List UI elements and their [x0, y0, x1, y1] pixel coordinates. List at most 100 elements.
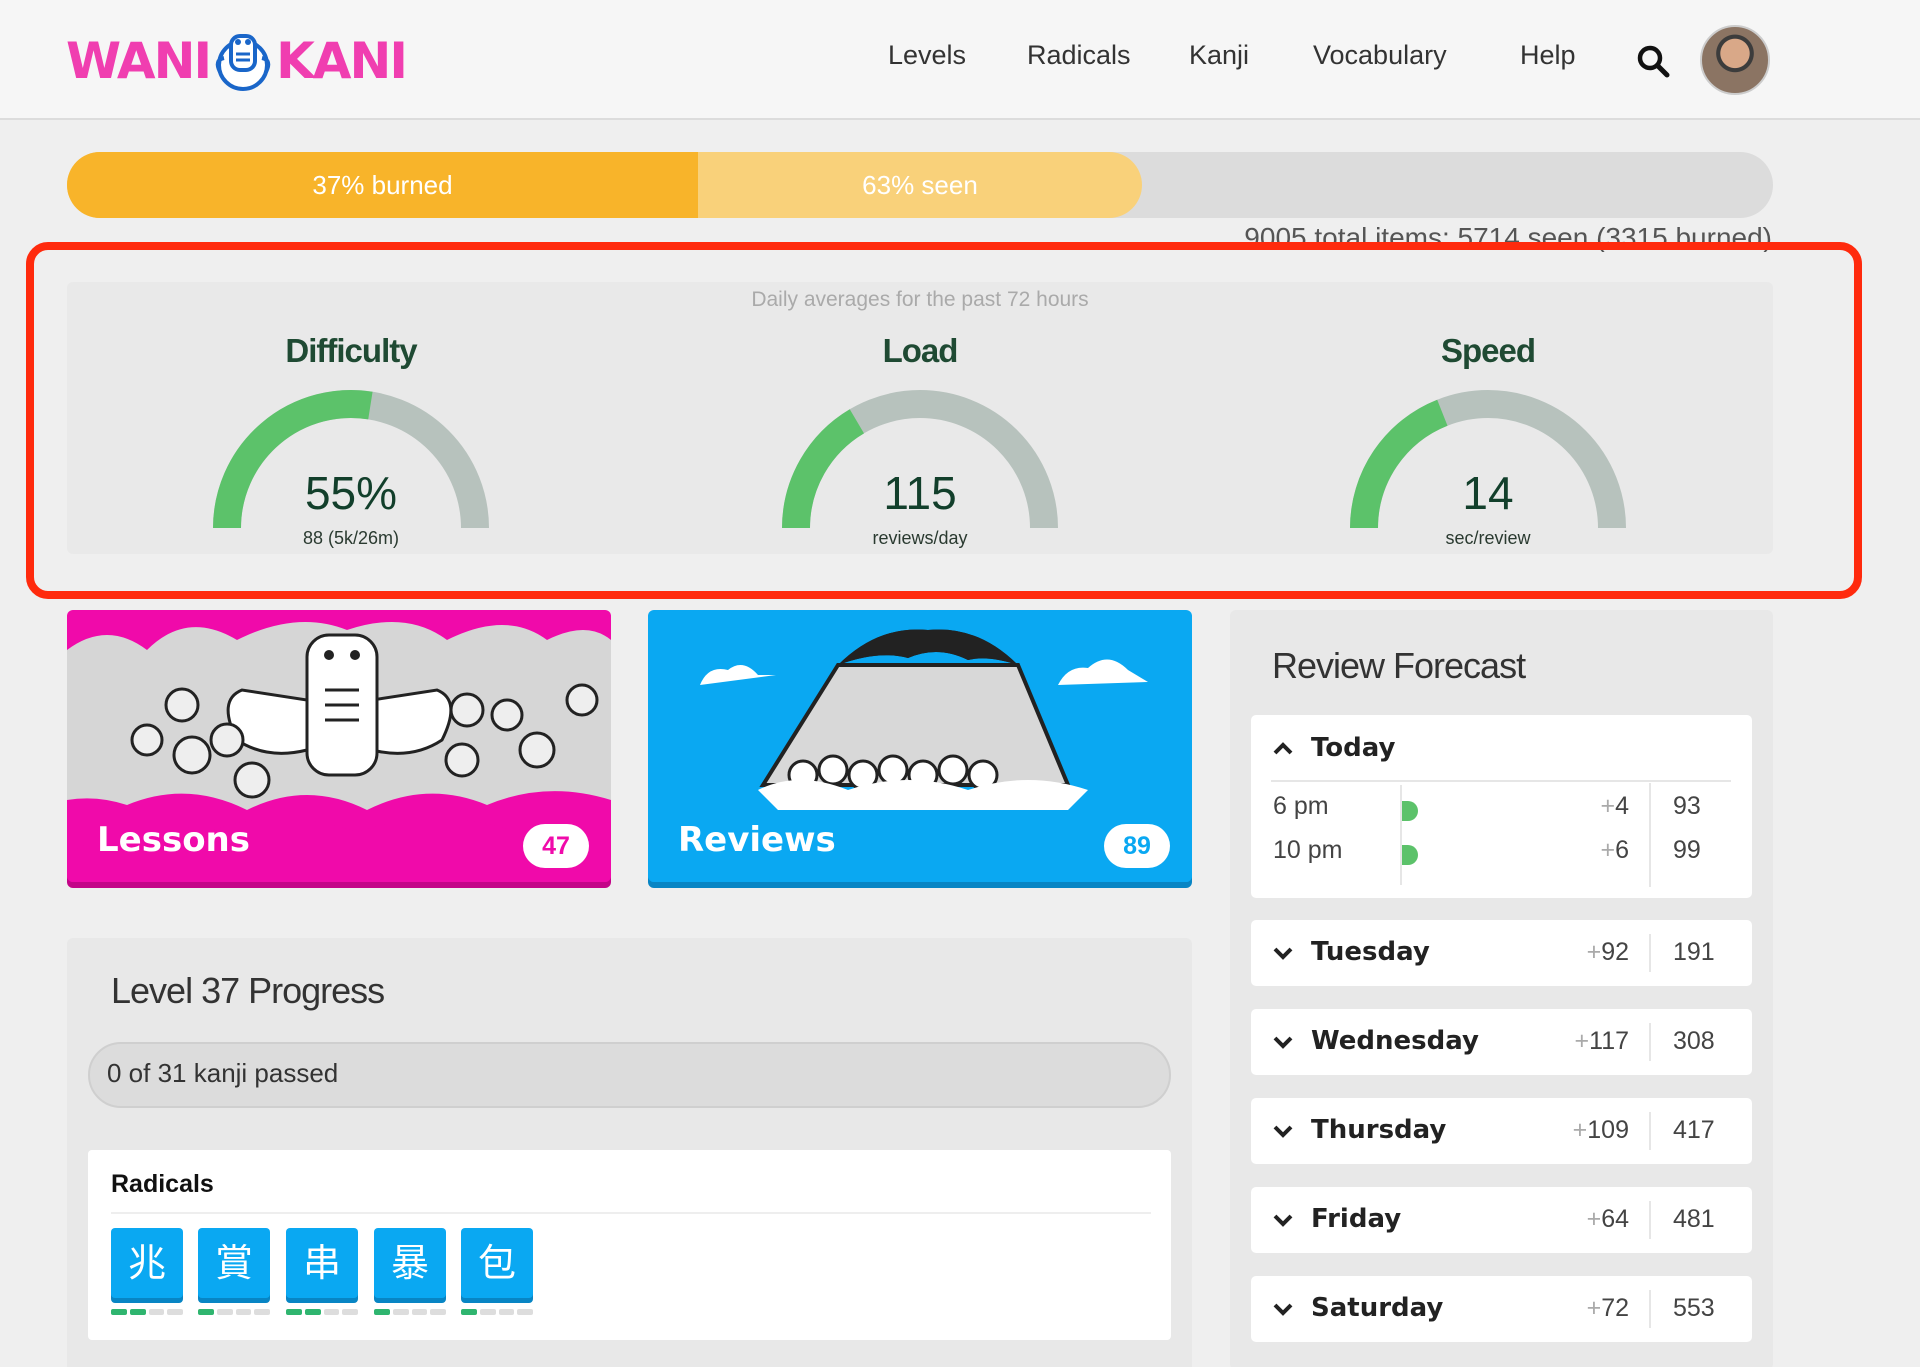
srs-pip — [517, 1309, 533, 1315]
forecast-day-tuesday[interactable]: Tuesday +92 191 — [1251, 920, 1752, 986]
plus-sign: + — [1600, 836, 1616, 864]
wanikani-logo[interactable]: WANI KANI — [66, 30, 408, 92]
radical-tile[interactable]: 串 — [286, 1228, 358, 1298]
burned-segment: 37% burned — [67, 152, 698, 218]
nav-help[interactable]: Help — [1520, 40, 1576, 80]
day-total: 553 — [1673, 1294, 1715, 1322]
row-total: 93 — [1673, 792, 1701, 820]
lessons-card[interactable]: Lessons 47 — [67, 610, 611, 882]
chevron-down-icon[interactable] — [1271, 1208, 1295, 1232]
radical-tile[interactable]: 兆 — [111, 1228, 183, 1298]
srs-pip — [111, 1309, 127, 1315]
radical-tile[interactable]: 包 — [461, 1228, 533, 1298]
plus-sign: + — [1586, 938, 1602, 966]
radical-item: 賞 — [198, 1228, 270, 1315]
nav-levels[interactable]: Levels — [888, 40, 966, 80]
burned-label: 37% burned — [312, 169, 453, 200]
day-plus: +72 — [1587, 1294, 1629, 1323]
logo-text-left: WANI — [66, 32, 212, 90]
forecast-row: 6 pm +4 93 — [1251, 792, 1752, 832]
crabigator-icon — [215, 34, 271, 91]
day-total: 481 — [1673, 1205, 1715, 1233]
srs-pip — [286, 1309, 302, 1315]
srs-pip — [148, 1309, 165, 1315]
radical-tile[interactable]: 賞 — [198, 1228, 270, 1298]
day-plus: +64 — [1587, 1205, 1629, 1234]
chevron-down-icon[interactable] — [1271, 1030, 1295, 1054]
day-plus: +109 — [1573, 1116, 1629, 1145]
day-name: Friday — [1311, 1204, 1402, 1234]
divider — [111, 1212, 1151, 1214]
srs-pip — [479, 1309, 496, 1315]
day-name: Thursday — [1311, 1115, 1447, 1145]
day-plus-value: 92 — [1601, 938, 1629, 966]
overall-progress-bar: 63% seen 37% burned — [67, 152, 1773, 218]
highlight-box — [26, 242, 1862, 599]
chevron-down-icon[interactable] — [1271, 1119, 1295, 1143]
day-name: Tuesday — [1311, 937, 1430, 967]
srs-pip — [216, 1309, 233, 1315]
plus-sign: + — [1574, 1027, 1590, 1055]
reviews-label: Reviews — [678, 820, 836, 860]
reviews-card[interactable]: Reviews 89 — [648, 610, 1192, 882]
divider — [1271, 780, 1731, 782]
day-name: Wednesday — [1311, 1026, 1479, 1056]
day-plus-value: 64 — [1601, 1205, 1629, 1233]
chevron-down-icon[interactable] — [1271, 941, 1295, 965]
srs-pip — [430, 1309, 446, 1315]
row-total: 99 — [1673, 836, 1701, 864]
logo-text-right: KANI — [276, 32, 408, 90]
forecast-day-today: Today 6 pm +4 93 10 pm +6 99 — [1251, 715, 1752, 898]
day-name[interactable]: Today — [1311, 733, 1395, 763]
day-plus-value: 117 — [1589, 1027, 1629, 1055]
srs-pip — [167, 1309, 183, 1315]
reviews-count-badge: 89 — [1104, 824, 1170, 868]
divider — [1649, 1023, 1651, 1061]
row-plus-value: 6 — [1615, 836, 1629, 864]
forecast-day-thursday[interactable]: Thursday +109 417 — [1251, 1098, 1752, 1164]
day-plus: +92 — [1587, 938, 1629, 967]
srs-progress — [111, 1309, 183, 1315]
radical-item: 兆 — [111, 1228, 183, 1315]
srs-pip — [461, 1309, 477, 1315]
forecast-day-wednesday[interactable]: Wednesday +117 308 — [1251, 1009, 1752, 1075]
day-total: 308 — [1673, 1027, 1715, 1055]
divider — [1649, 1201, 1651, 1239]
row-plus: +4 — [1600, 792, 1629, 821]
srs-pip — [198, 1309, 214, 1315]
forecast-row: 10 pm +6 99 — [1251, 836, 1752, 876]
radical-item: 包 — [461, 1228, 533, 1315]
review-dot — [1402, 801, 1418, 821]
kanji-progress-label: 0 of 31 kanji passed — [107, 1058, 339, 1088]
day-plus: +117 — [1575, 1027, 1629, 1056]
nav-vocabulary[interactable]: Vocabulary — [1313, 40, 1447, 80]
chevron-down-icon[interactable] — [1271, 1297, 1295, 1321]
seen-label: 63% seen — [862, 169, 978, 200]
search-icon[interactable] — [1636, 44, 1670, 78]
day-total: 191 — [1673, 938, 1715, 966]
srs-progress — [374, 1309, 446, 1315]
chevron-up-icon[interactable] — [1271, 737, 1295, 761]
divider — [1649, 1290, 1651, 1328]
row-time: 6 pm — [1273, 792, 1329, 820]
radical-item: 暴 — [374, 1228, 446, 1315]
srs-pip — [374, 1309, 390, 1315]
day-plus-value: 72 — [1601, 1294, 1629, 1322]
srs-progress — [198, 1309, 270, 1315]
radical-tile[interactable]: 暴 — [374, 1228, 446, 1298]
user-avatar[interactable] — [1700, 25, 1770, 95]
plus-sign: + — [1572, 1116, 1588, 1144]
forecast-day-saturday[interactable]: Saturday +72 553 — [1251, 1276, 1752, 1342]
plus-sign: + — [1586, 1294, 1602, 1322]
srs-pip — [254, 1309, 270, 1315]
srs-progress — [286, 1309, 358, 1315]
forecast-day-friday[interactable]: Friday +64 481 — [1251, 1187, 1752, 1253]
day-name: Saturday — [1311, 1293, 1444, 1323]
review-dot — [1402, 845, 1418, 865]
radicals-heading: Radicals — [111, 1170, 214, 1198]
nav-kanji[interactable]: Kanji — [1189, 40, 1249, 80]
srs-pip — [129, 1309, 146, 1315]
nav-radicals[interactable]: Radicals — [1027, 40, 1131, 80]
day-total: 417 — [1673, 1116, 1715, 1144]
plus-sign: + — [1586, 1205, 1602, 1233]
